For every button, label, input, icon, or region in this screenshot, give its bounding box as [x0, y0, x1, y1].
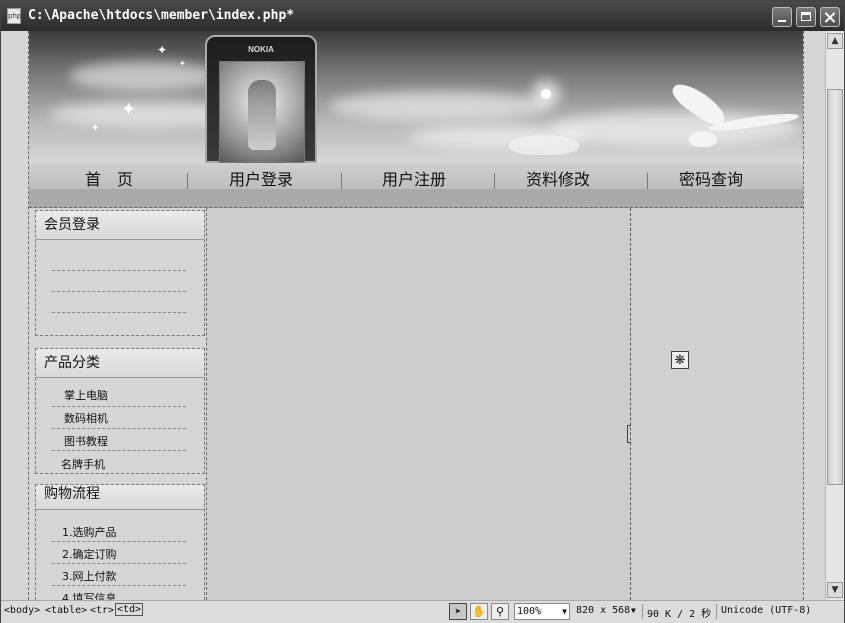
tag-selector-table[interactable]: <table> — [45, 605, 87, 616]
category-link[interactable]: 图书教程 — [64, 433, 108, 449]
category-link[interactable]: 名牌手机 — [61, 456, 105, 472]
divider — [642, 604, 643, 619]
product-category-title: 产品分类 — [36, 349, 204, 378]
vertical-scrollbar[interactable]: ▲ ▼ — [825, 31, 844, 600]
divider — [52, 563, 186, 564]
pointer-tool-icon[interactable]: ➤ — [449, 603, 467, 620]
plugin-icon[interactable]: ❋ — [671, 351, 689, 369]
minimize-icon — [778, 20, 786, 22]
download-size: 90 K / 2 秒 — [647, 609, 712, 620]
nav-separator — [341, 173, 342, 189]
chevron-down-icon: ▼ — [562, 607, 567, 616]
window-size-caret: ▼ — [631, 606, 636, 615]
right-column[interactable]: ❋ — [631, 208, 803, 600]
member-login-box[interactable]: 会员登录 — [35, 210, 205, 336]
process-step[interactable]: 1.选购产品 — [62, 524, 117, 540]
process-step[interactable]: 4.填写信息 — [62, 590, 117, 600]
divider — [52, 541, 186, 542]
nav-edit-profile[interactable]: 资料修改 — [526, 166, 590, 190]
divider — [52, 585, 186, 586]
gull-image — [509, 135, 579, 155]
file-icon: php — [7, 8, 21, 24]
tag-selector-tr[interactable]: <tr> — [90, 605, 114, 616]
nav-separator — [187, 173, 188, 189]
zoom-tool-icon[interactable]: ⚲ — [491, 603, 509, 620]
nav-login[interactable]: 用户登录 — [229, 166, 293, 190]
divider — [52, 270, 186, 271]
divider — [52, 450, 186, 451]
design-view[interactable]: ✦ ✦ ✦ ✦ NOKIA 首 页 用户登录 用户注册 资料修改 密码查询 会员… — [2, 31, 825, 600]
page-table[interactable]: ✦ ✦ ✦ ✦ NOKIA 首 页 用户登录 用户注册 资料修改 密码查询 会员… — [28, 31, 804, 600]
encoding: Unicode (UTF-8) — [721, 605, 812, 616]
category-link[interactable]: 掌上电脑 — [64, 387, 108, 403]
nav-bottom-strip — [29, 189, 803, 208]
divider — [52, 291, 186, 292]
phone-brand: NOKIA — [248, 45, 274, 54]
minimize-button[interactable] — [772, 7, 792, 27]
status-bar: <body> <table> <tr> <td> ➤ ✋ ⚲ 100% ▼ 820… — [1, 600, 844, 623]
scroll-thumb[interactable] — [827, 89, 843, 485]
maximize-icon — [801, 12, 811, 21]
shopping-process-box[interactable]: 购物流程 1.选购产品 2.确定订购 3.网上付款 4.填写信息 — [35, 484, 205, 600]
gull-image — [689, 131, 717, 147]
product-category-box[interactable]: 产品分类 掌上电脑 数码相机 图书教程 名牌手机 — [35, 348, 205, 474]
main-nav: 首 页 用户登录 用户注册 资料修改 密码查询 — [29, 163, 803, 189]
divider — [52, 312, 186, 313]
divider — [52, 428, 186, 429]
tag-selector-body[interactable]: <body> — [4, 605, 40, 616]
process-step[interactable]: 2.确定订购 — [62, 546, 117, 562]
window-title: C:\Apache\htdocs\member\index.php* — [28, 8, 295, 23]
tag-selector-td[interactable]: <td> — [115, 603, 144, 616]
process-step[interactable]: 3.网上付款 — [62, 568, 117, 584]
editor-window: php C:\Apache\htdocs\member\index.php* ✦… — [0, 0, 845, 623]
category-link[interactable]: 数码相机 — [64, 410, 108, 426]
zoom-value: 100% — [517, 606, 542, 617]
phone-screen — [219, 61, 305, 163]
divider — [52, 406, 186, 407]
header-banner-image[interactable]: ✦ ✦ ✦ ✦ NOKIA — [29, 31, 803, 163]
title-bar[interactable]: php C:\Apache\htdocs\member\index.php* — [1, 1, 844, 31]
nav-home[interactable]: 首 页 — [85, 166, 133, 190]
divider — [716, 604, 717, 619]
nav-password-lookup[interactable]: 密码查询 — [679, 166, 743, 190]
nav-separator — [647, 173, 648, 189]
window-size[interactable]: 820 x 568 — [576, 605, 630, 616]
left-column[interactable]: 会员登录 产品分类 掌上电脑 数码相机 图书教程 名牌手机 购物流程 1.选购产… — [29, 208, 207, 600]
content-cell[interactable] — [207, 208, 631, 600]
scroll-up-icon[interactable]: ▲ — [827, 33, 843, 49]
sun-glare — [541, 89, 551, 99]
maximize-button[interactable] — [796, 7, 816, 27]
nav-register[interactable]: 用户注册 — [382, 166, 446, 190]
member-login-title: 会员登录 — [36, 211, 204, 240]
phone-image: NOKIA — [205, 35, 317, 163]
zoom-select[interactable]: 100% ▼ — [514, 603, 570, 620]
shopping-process-title: 购物流程 — [36, 485, 204, 510]
scroll-down-icon[interactable]: ▼ — [827, 582, 843, 598]
nav-separator — [494, 173, 495, 189]
hand-tool-icon[interactable]: ✋ — [470, 603, 488, 620]
close-button[interactable] — [820, 7, 840, 27]
